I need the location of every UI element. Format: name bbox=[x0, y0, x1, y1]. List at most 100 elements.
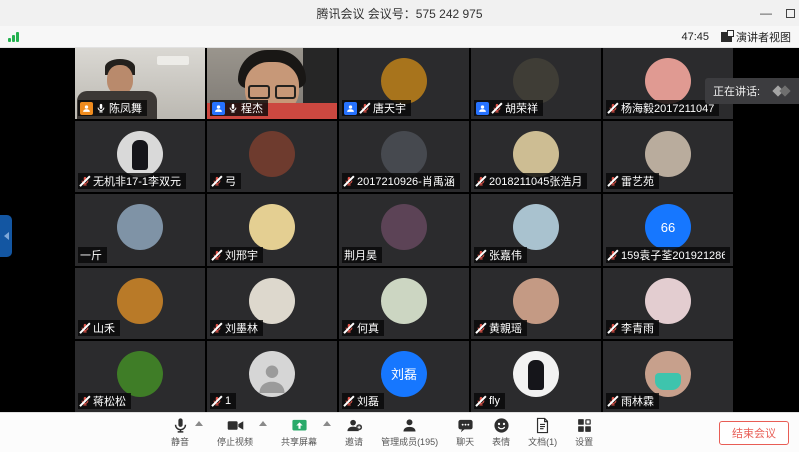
toolbar-item-label: 聊天 bbox=[456, 435, 474, 448]
mic-status-icon bbox=[608, 395, 618, 407]
microphone-button[interactable]: 静音 bbox=[162, 413, 198, 452]
window-title: 腾讯会议 会议号：575 242 975 bbox=[316, 5, 482, 22]
collapse-panel-tab[interactable] bbox=[0, 215, 12, 257]
speaking-indicator: 正在讲话: bbox=[705, 78, 799, 104]
participant-tile[interactable]: 何真 bbox=[339, 268, 469, 339]
maximize-button[interactable] bbox=[786, 9, 795, 18]
participant-tile[interactable]: 无机非17-1李双元 bbox=[75, 121, 205, 192]
participant-name: 程杰 bbox=[241, 100, 263, 116]
mic-status-icon bbox=[80, 175, 90, 187]
face-mask-shape bbox=[655, 373, 681, 390]
participant-tile[interactable]: 2017210926-肖禹涵 bbox=[339, 121, 469, 192]
participant-tile[interactable]: 2018211045张浩月 bbox=[471, 121, 601, 192]
participant-label: fly bbox=[474, 393, 505, 409]
members-button[interactable]: 管理成员(195) bbox=[372, 413, 447, 452]
speaker-view-button[interactable]: 演讲者视图 bbox=[721, 29, 791, 45]
participant-tile[interactable]: 66 159袁子荃2019212866 bbox=[603, 194, 733, 265]
participant-tile[interactable]: 雷艺苑 bbox=[603, 121, 733, 192]
emoji-button[interactable]: 表情 bbox=[483, 413, 519, 452]
participant-tile[interactable]: 程杰 bbox=[207, 48, 337, 119]
participant-label: 荆月昊 bbox=[342, 247, 382, 263]
avatar-text: 66 bbox=[645, 204, 691, 250]
mic-status-icon bbox=[212, 322, 222, 334]
participant-tile[interactable]: fly bbox=[471, 341, 601, 412]
end-meeting-button[interactable]: 结束会议 bbox=[719, 421, 789, 445]
role-badge-icon bbox=[212, 102, 225, 115]
participant-name: 159袁子荃2019212866 bbox=[621, 247, 725, 263]
participant-tile[interactable]: 山禾 bbox=[75, 268, 205, 339]
participant-tile[interactable]: 刘邢宇 bbox=[207, 194, 337, 265]
participant-tile[interactable]: 陈凤舞 bbox=[75, 48, 205, 119]
participant-name: 1 bbox=[225, 395, 231, 407]
mic-status-icon bbox=[476, 322, 486, 334]
toolbar-item-label: 共享屏幕 bbox=[281, 435, 317, 448]
participant-name: 黄親瑶 bbox=[489, 320, 522, 336]
bottom-toolbar: 静音 停止视频 共享屏幕 邀请 管理成员(195) 聊天 表情 文档(1) 设置… bbox=[0, 412, 799, 452]
avatar-text: 刘磊 bbox=[381, 351, 427, 397]
mic-status-icon bbox=[212, 249, 222, 261]
participant-label: 杨海毅2017211047 bbox=[606, 100, 719, 116]
participant-label: 雨林霖 bbox=[606, 393, 659, 409]
participant-name: 弓 bbox=[225, 173, 236, 189]
avatar bbox=[645, 278, 691, 324]
participant-name: 蒋松松 bbox=[93, 393, 126, 409]
participant-tile[interactable]: 刘墨林 bbox=[207, 268, 337, 339]
participant-label: 蒋松松 bbox=[78, 393, 131, 409]
participant-tile[interactable]: 雨林霖 bbox=[603, 341, 733, 412]
settings-button[interactable]: 设置 bbox=[566, 413, 602, 452]
participant-name: 李青雨 bbox=[621, 320, 654, 336]
participant-name: fly bbox=[489, 395, 500, 407]
chevron-left-icon bbox=[4, 232, 9, 240]
participant-grid: 陈凤舞 程杰 bbox=[75, 48, 733, 412]
mic-status-icon bbox=[476, 249, 486, 261]
camera-button[interactable]: 停止视频 bbox=[208, 413, 262, 452]
document-button[interactable]: 文档(1) bbox=[519, 413, 566, 452]
expand-caret-icon[interactable] bbox=[195, 421, 203, 426]
participant-tile[interactable]: 黄親瑶 bbox=[471, 268, 601, 339]
toolbar-item-label: 设置 bbox=[575, 435, 593, 448]
camera-icon bbox=[227, 417, 244, 434]
participant-tile[interactable]: 一斤 bbox=[75, 194, 205, 265]
participant-tile[interactable]: 刘磊 刘磊 bbox=[339, 341, 469, 412]
participant-name: 荆月昊 bbox=[344, 247, 377, 263]
participant-name: 陈凤舞 bbox=[109, 100, 142, 116]
mic-status-icon bbox=[608, 175, 618, 187]
participant-tile[interactable]: 胡荣祥 bbox=[471, 48, 601, 119]
participant-tile[interactable]: 李青雨 bbox=[603, 268, 733, 339]
participant-name: 山禾 bbox=[93, 320, 115, 336]
toolbar-item-label: 文档(1) bbox=[528, 435, 557, 448]
invite-button[interactable]: 邀请 bbox=[336, 413, 372, 452]
participant-name: 刘邢宇 bbox=[225, 247, 258, 263]
avatar: 刘磊 bbox=[381, 351, 427, 397]
expand-caret-icon[interactable] bbox=[259, 421, 267, 426]
participant-label: 一斤 bbox=[78, 247, 107, 263]
microphone-icon bbox=[172, 417, 189, 434]
mic-status-icon bbox=[476, 395, 486, 407]
participant-label: 程杰 bbox=[210, 100, 268, 116]
share-screen-button[interactable]: 共享屏幕 bbox=[272, 413, 326, 452]
participant-tile[interactable]: 唐天宇 bbox=[339, 48, 469, 119]
participant-tile[interactable]: 弓 bbox=[207, 121, 337, 192]
participant-tile[interactable]: 荆月昊 bbox=[339, 194, 469, 265]
participant-label: 山禾 bbox=[78, 320, 120, 336]
participant-name: 张嘉伟 bbox=[489, 247, 522, 263]
expand-caret-icon[interactable] bbox=[323, 421, 331, 426]
avatar bbox=[645, 351, 691, 397]
participant-tile[interactable]: 1 bbox=[207, 341, 337, 412]
participant-name: 刘墨林 bbox=[225, 320, 258, 336]
invite-icon bbox=[346, 417, 363, 434]
avatar bbox=[513, 351, 559, 397]
mic-status-icon bbox=[212, 395, 222, 407]
minimize-button[interactable]: — bbox=[760, 8, 772, 18]
participant-tile[interactable]: 张嘉伟 bbox=[471, 194, 601, 265]
default-person-icon bbox=[257, 363, 287, 393]
avatar bbox=[249, 131, 295, 177]
participant-name: 雨林霖 bbox=[621, 393, 654, 409]
avatar bbox=[381, 278, 427, 324]
participant-tile[interactable]: 蒋松松 bbox=[75, 341, 205, 412]
avatar bbox=[381, 204, 427, 250]
avatar bbox=[249, 278, 295, 324]
emoji-icon bbox=[493, 417, 510, 434]
chat-button[interactable]: 聊天 bbox=[447, 413, 483, 452]
avatar bbox=[249, 204, 295, 250]
